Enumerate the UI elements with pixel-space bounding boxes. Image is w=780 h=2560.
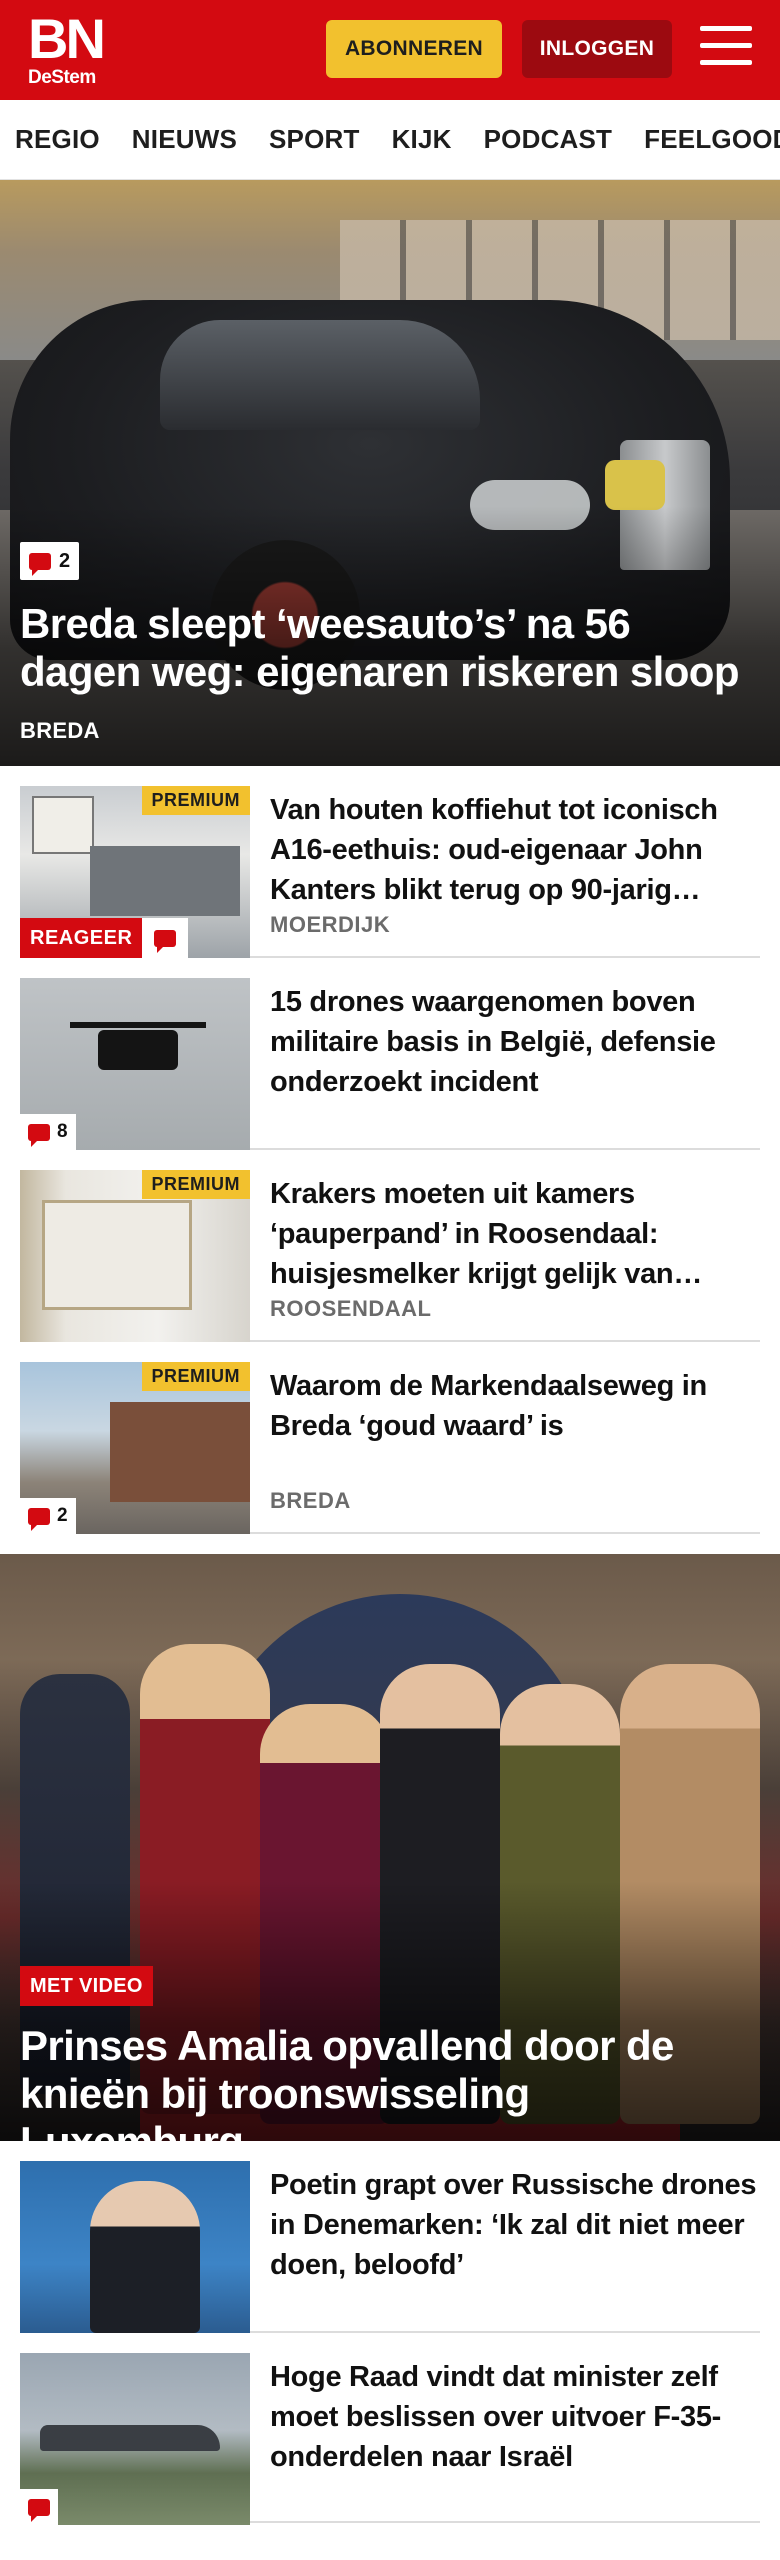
thumb-comment-count[interactable]: 2 [20,1498,76,1534]
drone-image [98,1030,178,1070]
site-logo[interactable]: BN DeStem [28,7,112,90]
article-thumbnail: PREMIUM 2 [20,1362,250,1534]
street-buildings [110,1402,250,1502]
reageer-label: REAGEER [20,918,143,958]
login-button[interactable]: INLOGGEN [522,20,672,78]
nav-item-kijk[interactable]: KIJK [392,124,452,155]
article-title[interactable]: Poetin grapt over Russische drones in De… [270,2165,760,2285]
comment-count: 8 [57,1121,68,1142]
hero-comment-count[interactable]: 2 [20,542,80,580]
article-list-2: Poetin grapt over Russische drones in De… [0,2141,780,2525]
article-item[interactable]: Poetin grapt over Russische drones in De… [20,2141,760,2333]
thumb-comment-count[interactable]: 8 [20,1114,76,1150]
hero-title[interactable]: Breda sleept ‘weesauto’s’ na 56 dagen we… [20,600,758,696]
reageer-button[interactable]: REAGEER [20,918,189,958]
comment-icon [29,552,51,576]
article-title[interactable]: 15 drones waargenomen boven militaire ba… [270,982,760,1102]
article-item[interactable]: Hoge Raad vindt dat minister zelf moet b… [20,2333,760,2525]
article-thumbnail: 8 [20,978,250,1150]
hero-article-amalia[interactable]: MET VIDEO Prinses Amalia opvallend door … [0,1554,780,2141]
article-thumbnail: PREMIUM REAGEER [20,786,250,958]
comment-icon [154,929,177,953]
thumb-comment-icon[interactable] [20,2489,58,2525]
hero-title[interactable]: Prinses Amalia opvallend door de knieën … [20,2022,758,2141]
nav-item-feelgood[interactable]: FEELGOOD [644,124,780,155]
thumb-building [90,846,240,916]
car-window [160,320,480,430]
comment-icon [28,1123,50,1147]
door-sign-image [42,1200,192,1310]
video-badge: MET VIDEO [20,1966,153,2006]
comment-count: 2 [57,1505,68,1526]
article-title[interactable]: Hoge Raad vindt dat minister zelf moet b… [270,2357,760,2477]
subscribe-button[interactable]: ABONNEREN [326,20,502,78]
article-title[interactable]: Krakers moeten uit kamers ‘pauperpand’ i… [270,1174,760,1294]
article-item[interactable]: PREMIUM 2 Waarom de Markendaalseweg in B… [20,1342,760,1534]
f35-image [40,2425,220,2451]
logo-sub: DeStem [28,67,96,88]
hero-region-tag: BREDA [20,718,100,743]
article-thumbnail [20,2161,250,2333]
hero-article-weesautos[interactable]: 2 Breda sleept ‘weesauto’s’ na 56 dagen … [0,180,780,766]
site-header: BN DeStem ABONNEREN INLOGGEN [0,0,780,100]
article-item[interactable]: PREMIUM REAGEER Van houten koffiehut tot… [20,766,760,958]
drone-arms [70,1022,206,1028]
logo-main: BN [28,7,106,70]
comment-icon [28,2498,50,2522]
article-region-tag: MOERDIJK [270,912,391,937]
article-region-tag: BREDA [270,1488,351,1513]
article-list: PREMIUM REAGEER Van houten koffiehut tot… [0,766,780,1534]
nav-item-regio[interactable]: REGIO [15,124,100,155]
comment-count: 2 [59,549,71,572]
hamburger-menu-icon[interactable] [700,26,752,72]
premium-badge: PREMIUM [141,1362,250,1391]
nav-item-nieuws[interactable]: NIEUWS [132,124,237,155]
thumb-portrait [32,796,94,854]
article-thumbnail: PREMIUM [20,1170,250,1342]
article-title[interactable]: Waarom de Markendaalseweg in Breda ‘goud… [270,1366,760,1446]
nav-item-sport[interactable]: SPORT [269,124,360,155]
comment-icon [28,1507,50,1531]
bag-image [605,460,665,510]
article-thumbnail [20,2353,250,2525]
article-item[interactable]: 8 15 drones waargenomen boven militaire … [20,958,760,1150]
article-item[interactable]: PREMIUM Krakers moeten uit kamers ‘paupe… [20,1150,760,1342]
premium-badge: PREMIUM [141,1170,250,1199]
premium-badge: PREMIUM [141,786,250,815]
section-nav: REGIO NIEUWS SPORT KIJK PODCAST FEELGOOD [0,100,780,180]
article-region-tag: ROOSENDAAL [270,1296,432,1321]
putin-image [90,2181,200,2333]
nav-item-podcast[interactable]: PODCAST [484,124,613,155]
article-title[interactable]: Van houten koffiehut tot iconisch A16-ee… [270,790,760,910]
